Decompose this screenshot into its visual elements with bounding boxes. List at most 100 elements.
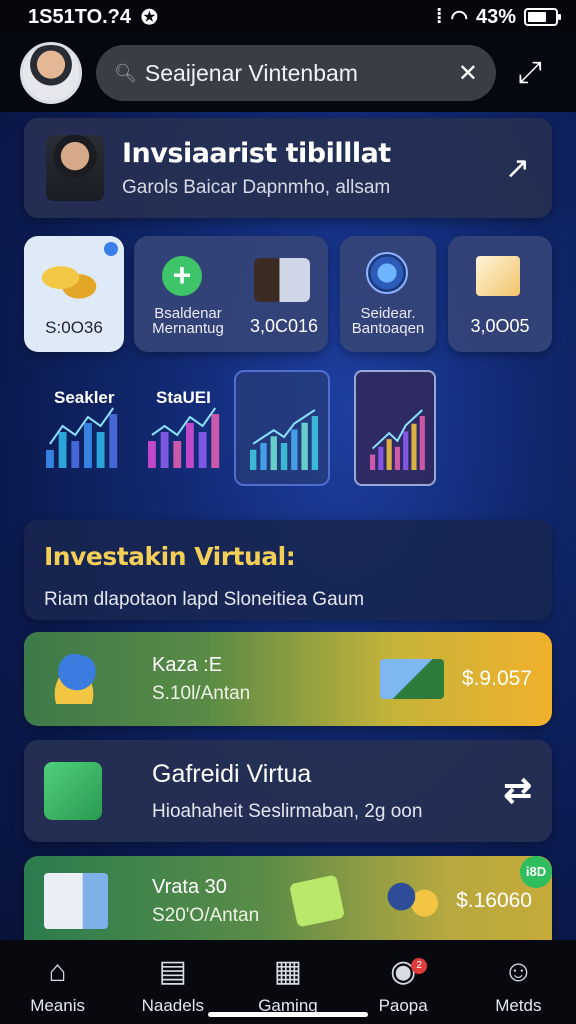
wallet-card[interactable]: Kaza :E S.10l/Antan $.9.057 [24, 632, 552, 726]
notification-icon: ✪ [141, 6, 158, 29]
money-box-icon [379, 659, 444, 699]
chart-bar [403, 431, 409, 470]
game-subtitle: Hioahaheit Seslirmaban, 2g oon [152, 800, 423, 822]
chart-title: StaUEI [156, 388, 211, 407]
profile-icon: ☺ [503, 955, 534, 988]
nav-item-chat[interactable]: ◉ 2 Paopa [353, 954, 453, 1016]
chart-bar [301, 422, 308, 470]
avatar[interactable] [20, 42, 82, 104]
nav-label: Metds [495, 996, 542, 1015]
top-bar: 🔍︎ Seaijenar Vintenbam ✕ ⤢ [0, 34, 576, 112]
chart-bar [270, 436, 277, 470]
profile-picture [46, 135, 104, 201]
chart-bar [260, 443, 267, 470]
game-icon: ▦ [273, 955, 303, 988]
nav-item-grid[interactable]: ▤ Naadels [123, 954, 223, 1016]
tools-icon[interactable]: ✕ [458, 59, 478, 88]
mini-chart-1[interactable]: Seakler [32, 370, 132, 486]
mini-chart-2[interactable]: StaUEI [134, 370, 234, 486]
tile-label: Bsaldenar Mernantug [152, 305, 224, 337]
chart-bar [250, 449, 257, 470]
wallet-subtitle: S.10l/Antan [152, 682, 251, 704]
tile-value: S:0O36 [45, 318, 103, 337]
invest-title: Investakin Virtual: [44, 542, 296, 571]
chart-bar [148, 441, 156, 468]
wallet-amount: $.9.057 [461, 667, 532, 690]
chart-bar [186, 423, 194, 468]
chart-bar [96, 432, 105, 468]
chart-bar [109, 414, 118, 468]
wifi-icon: ◠ [450, 6, 468, 29]
tile-growth[interactable]: 3,0O05 [448, 236, 552, 352]
charts-row: Seakler StaUEI [24, 370, 552, 496]
piggy-bank-icon [44, 654, 104, 704]
property-subtitle: S20'O/Antan [152, 904, 260, 926]
tile-global[interactable]: Seidear. Bantoaqen [340, 236, 436, 352]
property-card[interactable]: Vrata 30 S20'O/Antan $.16060 i8D [24, 856, 552, 946]
battery-percent: 43% [475, 5, 516, 28]
chart-bar [160, 432, 169, 468]
chart-bar [291, 429, 298, 470]
home-icon: ⌂ [48, 955, 67, 988]
signal-icon: ⁞ [435, 5, 443, 28]
status-time: 1S51TO.?4 [28, 5, 132, 28]
chat-icon: ◉ [390, 955, 417, 988]
chart-bar [280, 443, 288, 470]
search-bar[interactable]: 🔍︎ Seaijenar Vintenbam ✕ [96, 45, 496, 101]
status-badge: i8D [520, 856, 552, 888]
tile-value: 3,0O05 [470, 316, 530, 336]
info-badge [104, 242, 118, 256]
battery-fill [528, 12, 547, 22]
nav-item-home[interactable]: ⌂ Meanis [8, 954, 108, 1016]
shuffle-icon[interactable]: ⇄ [504, 771, 533, 811]
portrait-icon [254, 258, 310, 302]
nav-label: Meanis [30, 996, 85, 1015]
tile-coins[interactable]: S:0O36 [24, 236, 124, 352]
tile-value: 3,0C016 [250, 316, 319, 336]
home-indicator [208, 1012, 368, 1017]
chart-bar [211, 414, 220, 468]
chart-bar [58, 432, 67, 468]
nav-label: Paopa [378, 996, 428, 1015]
invest-card[interactable]: Investakin Virtual: Riam dlapotaon lapd … [24, 520, 552, 620]
chart-bar [394, 446, 400, 470]
profile-title: Invsiaarist tibilllat [122, 137, 391, 169]
tile-balance[interactable]: + Bsaldenar Mernantug 3,0C016 [134, 236, 328, 352]
mini-chart-3[interactable] [234, 370, 330, 486]
nav-item-gaming[interactable]: ▦ Gaming [238, 954, 338, 1016]
game-card[interactable]: Gafreidi Virtua Hioahaheit Seslirmaban, … [24, 740, 552, 842]
chart-title: Seakler [54, 388, 115, 407]
game-board-icon [44, 762, 102, 820]
share-icon[interactable]: ⤢ [518, 56, 542, 90]
game-title: Gafreidi Virtua [152, 759, 312, 788]
chart-bar [84, 423, 92, 468]
globe-icon [366, 252, 408, 294]
chart-bar [411, 423, 417, 470]
chart-svg [250, 409, 319, 470]
search-input[interactable]: Seaijenar Vintenbam [145, 60, 458, 87]
tile-label: Seidear. Bantoaqen [351, 305, 425, 337]
invest-subtitle: Riam dlapotaon lapd Sloneitiea Gaum [44, 589, 365, 610]
wallet-title: Kaza :E [152, 653, 223, 676]
profile-subtitle: Garols Baicar Dapnmho, allsam [122, 176, 391, 198]
share-icon[interactable]: ↗ [505, 151, 530, 186]
chart-bar [311, 416, 319, 470]
profile-card[interactable]: Invsiaarist tibilllat Garols Baicar Dapn… [24, 118, 552, 218]
growth-chart-icon [476, 256, 520, 296]
chart-bar [173, 441, 182, 468]
chart-bar [71, 441, 80, 468]
mini-chart-4[interactable] [354, 370, 436, 486]
grid-icon: ▤ [158, 955, 187, 988]
building-icon [44, 873, 108, 929]
chart-bar [378, 446, 384, 470]
nav-item-profile[interactable]: ☺ Metds [468, 954, 568, 1016]
chart-svg [370, 409, 425, 470]
plus-icon: + [162, 256, 202, 296]
status-bar: 1S51TO.?4 ✪ ⁞ ◠ 43% [0, 0, 576, 34]
chart-trend-line [151, 407, 217, 437]
chart-bar [46, 450, 54, 468]
people-icon [384, 879, 443, 923]
search-icon: 🔍︎ [114, 62, 137, 83]
coins-icon [42, 260, 104, 304]
chart-bar [370, 454, 376, 470]
